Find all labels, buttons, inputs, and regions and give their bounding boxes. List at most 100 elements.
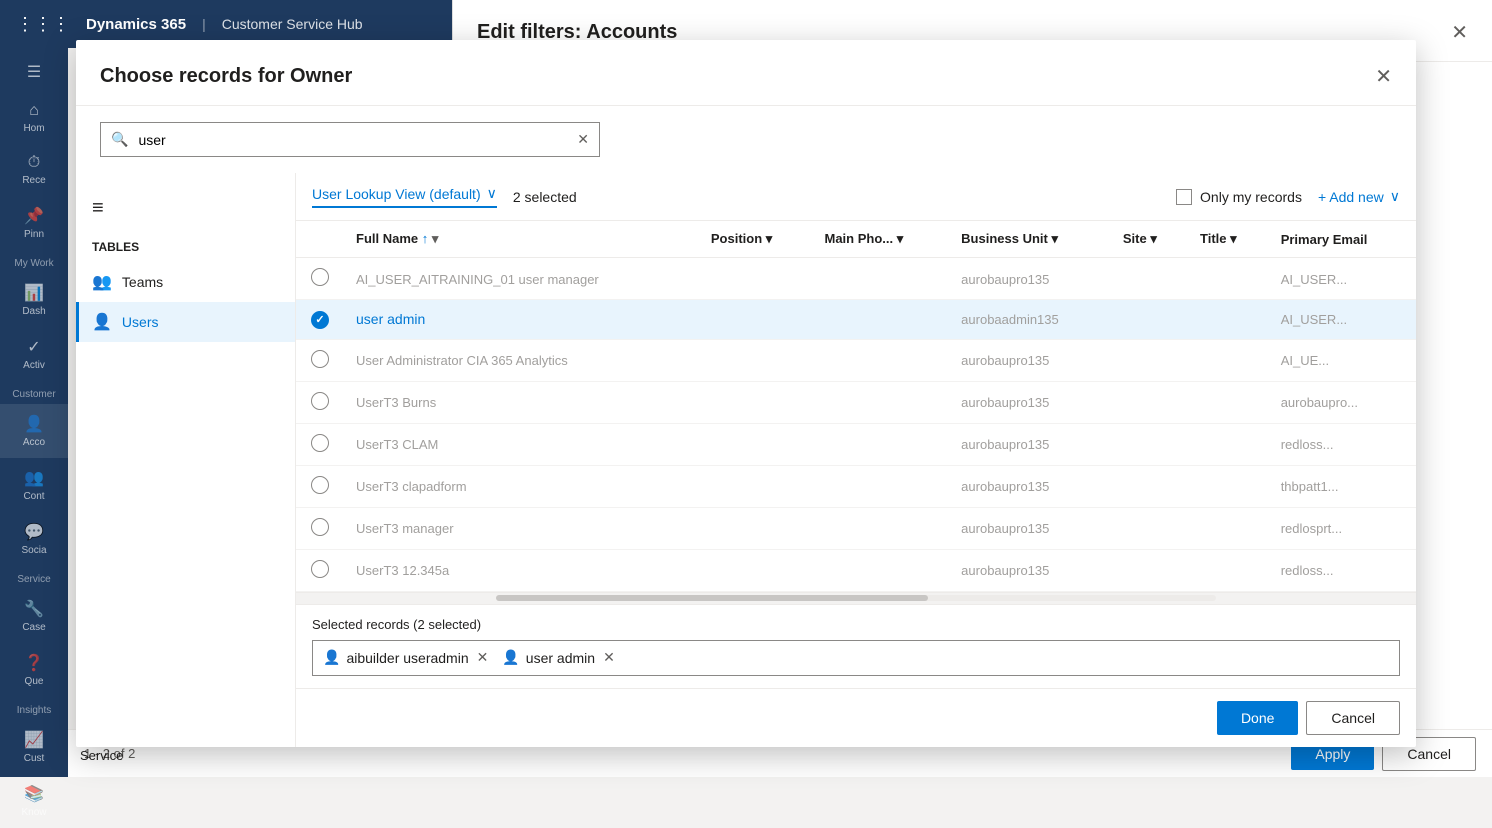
left-panel-users-item[interactable]: 👤 Users xyxy=(76,302,295,342)
row-name-link[interactable]: user admin xyxy=(356,311,425,327)
scrollbar-thumb[interactable] xyxy=(496,595,928,601)
row-radio-cell[interactable] xyxy=(296,465,344,507)
col-title-header[interactable]: Title ▾ xyxy=(1188,221,1269,258)
tables-section-title: Tables xyxy=(76,236,295,262)
col-position-header[interactable]: Position ▾ xyxy=(699,221,813,258)
row-name-cell: AI_USER_AITRAINING_01 user manager xyxy=(344,258,699,300)
selected-records-bar: Selected records (2 selected) 👤 aibuilde… xyxy=(296,604,1416,688)
tag-aibuilder-remove-button[interactable]: ✕ xyxy=(475,649,491,666)
only-my-records-label[interactable]: Only my records xyxy=(1176,189,1302,205)
row-site-cell xyxy=(1111,507,1188,549)
only-my-records-checkbox[interactable] xyxy=(1176,189,1192,205)
row-name-cell: UserT3 clapadform xyxy=(344,465,699,507)
row-radio-cell[interactable] xyxy=(296,423,344,465)
row-businessunit-cell: aurobaupro135 xyxy=(949,381,1111,423)
radio-unchecked-icon[interactable] xyxy=(311,392,329,410)
radio-unchecked-icon[interactable] xyxy=(311,434,329,452)
add-new-button[interactable]: + Add new ∨ xyxy=(1318,188,1400,205)
view-bar: User Lookup View (default) ∨ 2 selected … xyxy=(296,173,1416,221)
modal-title: Choose records for Owner xyxy=(100,65,352,88)
tag-useradmin-remove-button[interactable]: ✕ xyxy=(601,649,617,666)
modal-header: Choose records for Owner ✕ xyxy=(76,40,1416,106)
row-phone-cell xyxy=(812,549,949,591)
done-button[interactable]: Done xyxy=(1217,701,1298,735)
title-sort-icon: ▾ xyxy=(1230,231,1237,246)
col-businessunit-header[interactable]: Business Unit ▾ xyxy=(949,221,1111,258)
table-row: UserT3 12.345aaurobaupro135redloss... xyxy=(296,549,1416,591)
left-panel: ≡ Tables 👥 Teams 👤 Users xyxy=(76,173,296,747)
cancel-button[interactable]: Cancel xyxy=(1306,701,1400,735)
row-name-cell: UserT3 Burns xyxy=(344,381,699,423)
row-name-text: User Administrator CIA 365 Analytics xyxy=(356,353,568,368)
row-phone-cell xyxy=(812,258,949,300)
row-title-cell xyxy=(1188,549,1269,591)
view-bar-right: Only my records + Add new ∨ xyxy=(1176,188,1400,205)
row-radio-cell[interactable] xyxy=(296,339,344,381)
records-table: Full Name ↑ ▾ Position ▾ Main Pho... ▾ B… xyxy=(296,221,1416,592)
teams-icon: 👥 xyxy=(92,272,112,292)
row-email-cell: thbpatt1... xyxy=(1269,465,1416,507)
search-clear-icon[interactable]: ✕ xyxy=(567,123,599,156)
mainphone-sort-icon: ▾ xyxy=(897,231,904,246)
fullname-filter-icon[interactable]: ▾ xyxy=(432,231,439,246)
search-section: 🔍 ✕ xyxy=(76,106,1416,173)
row-title-cell xyxy=(1188,258,1269,300)
row-radio-cell[interactable] xyxy=(296,549,344,591)
choose-records-modal: Choose records for Owner ✕ 🔍 ✕ ≡ Ta xyxy=(76,40,1416,747)
left-panel-menu-icon[interactable]: ≡ xyxy=(76,189,295,228)
table-row: UserT3 Burns aurobaupro135 aurobaupro... xyxy=(296,381,1416,423)
selected-records-label: Selected records (2 selected) xyxy=(312,617,1400,632)
row-site-cell xyxy=(1111,339,1188,381)
row-phone-cell xyxy=(812,300,949,340)
horizontal-scrollbar[interactable] xyxy=(296,592,1416,604)
table-header-row: Full Name ↑ ▾ Position ▾ Main Pho... ▾ B… xyxy=(296,221,1416,258)
fullname-sort-icon: ↑ xyxy=(422,231,429,246)
row-email-cell: aurobaupro... xyxy=(1269,381,1416,423)
view-selector[interactable]: User Lookup View (default) ∨ xyxy=(312,185,497,208)
search-input[interactable] xyxy=(138,124,567,156)
selected-tag-useradmin: 👤 user admin ✕ xyxy=(502,649,616,666)
row-position-cell xyxy=(699,549,813,591)
row-site-cell xyxy=(1111,381,1188,423)
row-site-cell xyxy=(1111,423,1188,465)
row-name-text: UserT3 12.345a xyxy=(356,563,449,578)
add-new-chevron-icon: ∨ xyxy=(1390,188,1400,205)
radio-unchecked-icon[interactable] xyxy=(311,268,329,286)
tag-aibuilder-icon: 👤 xyxy=(323,649,340,666)
row-businessunit-cell: aurobaadmin135 xyxy=(949,300,1111,340)
scrollbar-track xyxy=(496,595,1216,601)
row-position-cell xyxy=(699,300,813,340)
row-email-cell: redloss... xyxy=(1269,549,1416,591)
row-radio-cell[interactable] xyxy=(296,300,344,340)
row-position-cell xyxy=(699,258,813,300)
sidebar-item-knowledge[interactable]: 📚 Know xyxy=(0,774,68,828)
radio-unchecked-icon[interactable] xyxy=(311,518,329,536)
row-radio-cell[interactable] xyxy=(296,507,344,549)
row-businessunit-cell: aurobaupro135 xyxy=(949,423,1111,465)
teams-label: Teams xyxy=(122,274,163,290)
add-new-label: + Add new xyxy=(1318,189,1384,205)
row-radio-cell[interactable] xyxy=(296,258,344,300)
row-title-cell xyxy=(1188,423,1269,465)
col-site-header[interactable]: Site ▾ xyxy=(1111,221,1188,258)
col-fullname-header[interactable]: Full Name ↑ ▾ xyxy=(344,221,699,258)
row-email-cell: AI_USER... xyxy=(1269,300,1416,340)
col-mainphone-header[interactable]: Main Pho... ▾ xyxy=(812,221,949,258)
radio-unchecked-icon[interactable] xyxy=(311,560,329,578)
row-position-cell xyxy=(699,381,813,423)
knowledge-icon: 📚 xyxy=(24,784,44,804)
modal-overlay: Choose records for Owner ✕ 🔍 ✕ ≡ Ta xyxy=(0,0,1492,777)
radio-unchecked-icon[interactable] xyxy=(311,350,329,368)
row-name-cell: UserT3 CLAM xyxy=(344,423,699,465)
left-panel-teams-item[interactable]: 👥 Teams xyxy=(76,262,295,302)
modal-close-button[interactable]: ✕ xyxy=(1375,64,1392,89)
row-name-text: UserT3 CLAM xyxy=(356,437,438,452)
row-radio-cell[interactable] xyxy=(296,381,344,423)
radio-unchecked-icon[interactable] xyxy=(311,476,329,494)
table-row: AI_USER_AITRAINING_01 user managerauroba… xyxy=(296,258,1416,300)
search-icon: 🔍 xyxy=(101,123,138,156)
radio-checked-icon[interactable] xyxy=(311,311,329,329)
col-radio-header xyxy=(296,221,344,258)
row-phone-cell xyxy=(812,339,949,381)
modal-body: ≡ Tables 👥 Teams 👤 Users xyxy=(76,173,1416,747)
